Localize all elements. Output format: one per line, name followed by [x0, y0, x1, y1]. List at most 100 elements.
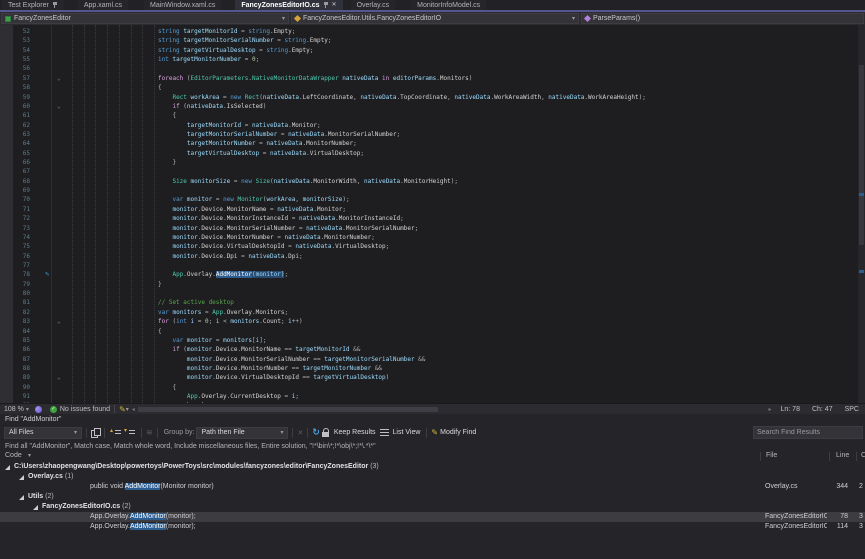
code-column-header[interactable]: Code [5, 452, 22, 459]
expand-all-icon[interactable] [125, 429, 135, 437]
code-text: for (int i = 0; i < monitors.Count; i++) [158, 317, 303, 326]
project-dropdown[interactable]: FancyZonesEditor ▾ [1, 13, 289, 24]
scroll-right-arrow[interactable]: ▸ [768, 406, 771, 413]
tree-expander-icon[interactable] [5, 465, 10, 470]
line-number: 56 [0, 64, 30, 73]
tree-expander-icon[interactable] [33, 505, 38, 510]
code-text: string targetVirtualDesktop = string.Emp… [158, 46, 313, 55]
list-view-icon[interactable] [380, 429, 389, 437]
line-number: 71 [0, 205, 30, 214]
scroll-map-mark [859, 270, 864, 273]
code-text: var monitor = new Monitor(workArea, moni… [158, 195, 350, 204]
tab-mainwindow-xaml-cs[interactable]: MainWindow.xaml.cs [144, 0, 221, 10]
group-by-dropdown[interactable]: Path then File ▾ [196, 427, 288, 439]
code-line-76: 76 monitor.Device.Dpi = nativeData.Dpi; [0, 252, 865, 261]
filter-icon[interactable]: ≋ [146, 428, 153, 437]
selected-match-token: AddMonitor [216, 271, 252, 278]
line-number: 91 [0, 392, 30, 401]
chevron-down-icon: ▾ [26, 406, 29, 413]
type-dropdown[interactable]: FancyZonesEditor.Utils.FancyZonesEditorI… [291, 13, 579, 24]
code-text: } [158, 280, 162, 289]
code-text: string targetMonitorSerialNumber = strin… [158, 36, 331, 45]
scroll-map-mark [859, 193, 864, 196]
column-divider[interactable] [829, 452, 830, 461]
line-number: 84 [0, 327, 30, 336]
collapse-all-icon[interactable] [111, 429, 121, 437]
line-column-header[interactable]: Line [836, 452, 849, 459]
column-divider[interactable] [856, 452, 857, 461]
result-match-row[interactable]: App.Overlay.AddMonitor(monitor);FancyZon… [0, 522, 865, 532]
health-status-text[interactable]: No issues found [60, 406, 110, 413]
pin-icon[interactable] [323, 2, 329, 8]
code-line-91: 91 App.Overlay.CurrentDesktop = i; [0, 392, 865, 401]
fold-collapse-arrow[interactable]: ⌄ [57, 74, 61, 83]
zoom-level-dropdown[interactable]: 108 % [4, 406, 24, 413]
fold-collapse-arrow[interactable]: ⌄ [57, 317, 61, 326]
horizontal-scrollbar-thumb[interactable] [138, 407, 438, 412]
edit-marker-icon: ✎ [45, 270, 49, 279]
result-group-row[interactable]: Utils (2) [0, 492, 865, 502]
tab-label: Test Explorer [8, 2, 49, 9]
match-count: (2) [45, 493, 54, 500]
result-text: public void AddMonitor(Monitor monitor) [90, 482, 763, 492]
col-column-header[interactable]: Col [861, 452, 865, 459]
keep-results-button[interactable]: Keep Results [334, 429, 376, 436]
refresh-icon[interactable]: ↻ [312, 427, 320, 438]
fold-collapse-arrow[interactable]: ⌄ [57, 102, 61, 111]
tab-app-xaml-cs[interactable]: App.xaml.cs [78, 0, 128, 10]
list-view-button[interactable]: List View [393, 429, 421, 436]
code-line-89: 89⌄ monitor.Device.VirtualDesktopId == t… [0, 373, 865, 382]
result-match-row[interactable]: App.Overlay.AddMonitor(monitor);FancyZon… [0, 512, 865, 522]
result-group-row[interactable]: C:\Users\zhaopengwang\Desktop\powertoys\… [0, 462, 865, 472]
result-group-row[interactable]: FancyZonesEditorIO.cs (2) [0, 502, 865, 512]
modify-find-button[interactable]: Modify Find [440, 429, 476, 436]
code-text: var monitor = monitors[i]; [158, 336, 266, 345]
match-highlight: AddMonitor [125, 483, 161, 490]
tree-expander-icon[interactable] [19, 475, 24, 480]
line-number: 57 [0, 74, 30, 83]
code-line-69: 69 [0, 186, 865, 195]
code-line-61: 61 { [0, 111, 865, 120]
code-editor[interactable]: 52string targetMonitorId = string.Empty;… [0, 25, 865, 403]
class-icon [294, 15, 301, 22]
pencil-icon[interactable]: ✎ [119, 405, 126, 414]
tab-label: App.xaml.cs [84, 2, 122, 9]
result-group-row[interactable]: Overlay.cs (1) [0, 472, 865, 482]
scroll-left-arrow[interactable]: ◂ [132, 406, 135, 413]
result-match-row[interactable]: public void AddMonitor(Monitor monitor)O… [0, 482, 865, 492]
column-divider[interactable] [760, 452, 761, 461]
pin-icon[interactable] [52, 2, 58, 8]
tab-test-explorer[interactable]: Test Explorer [2, 0, 64, 10]
close-icon[interactable]: ✕ [332, 2, 337, 8]
scrollbar-thumb[interactable] [859, 65, 864, 245]
scope-dropdown[interactable]: All Files ▾ [4, 427, 82, 439]
code-line-57: 57⌄foreach (EditorParameters.NativeMonit… [0, 74, 865, 83]
code-line-80: 80 [0, 289, 865, 298]
search-find-results-input[interactable] [753, 426, 863, 439]
divider [114, 405, 115, 413]
tree-expander-icon[interactable] [19, 495, 24, 500]
code-text: targetMonitorId = nativeData.Monitor; [158, 121, 321, 130]
member-dropdown[interactable]: ParseParams() [581, 13, 864, 24]
find-results-panel: Find "AddMonitor" All Files ▾ ≋ Group by… [0, 414, 865, 559]
file-column-header[interactable]: File [766, 452, 777, 459]
tab-fancyzoneseditorio-cs[interactable]: FancyZonesEditorIO.cs✕ [235, 0, 342, 10]
lock-icon[interactable] [322, 428, 330, 437]
code-line-73: 73 monitor.Device.MonitorSerialNumber = … [0, 224, 865, 233]
copilot-icon[interactable] [35, 406, 42, 413]
column-indicator[interactable]: Ch: 47 [812, 406, 833, 413]
line-indicator[interactable]: Ln: 78 [781, 406, 800, 413]
line-number: 75 [0, 242, 30, 251]
tab-monitorinfomodel-cs[interactable]: MonitorInfoModel.cs [411, 0, 486, 10]
result-text: C:\Users\zhaopengwang\Desktop\powertoys\… [14, 462, 763, 472]
code-line-60: 60⌄ if (nativeData.IsSelected) [0, 102, 865, 111]
vertical-scrollbar[interactable] [858, 25, 865, 403]
clear-results-icon[interactable]: ✕ [297, 429, 303, 437]
chevron-down-icon: ▾ [274, 429, 283, 436]
line-number: 79 [0, 280, 30, 289]
whitespace-indicator[interactable]: SPC [845, 406, 859, 413]
copy-icon[interactable] [91, 428, 100, 437]
chevron-down-icon: ▾ [282, 15, 285, 22]
tab-overlay-cs[interactable]: Overlay.cs [351, 0, 396, 10]
fold-collapse-arrow[interactable]: ⌄ [57, 373, 61, 382]
